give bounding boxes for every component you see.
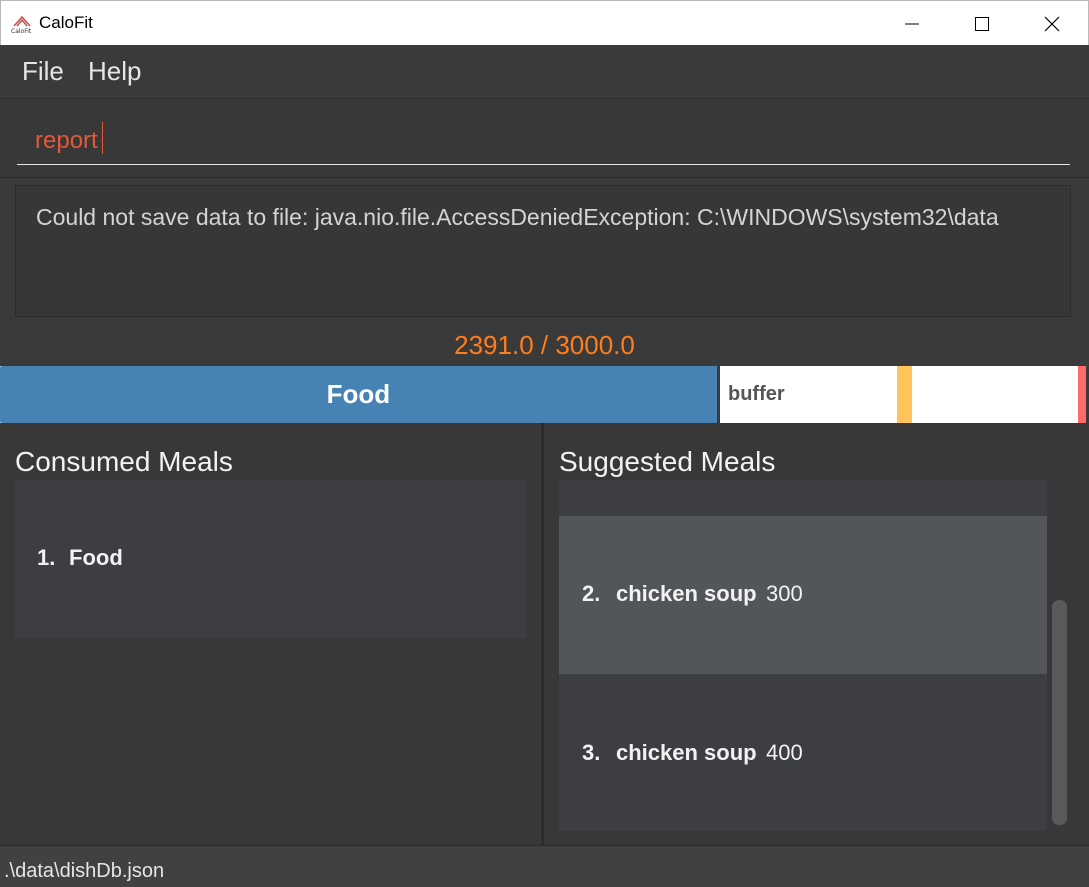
- data-file-path: .\data\dishDb.json: [4, 860, 165, 882]
- meal-index: 1.: [37, 545, 56, 570]
- meal-calories: 400: [766, 740, 803, 765]
- list-item[interactable]: 1. Food: [15, 480, 526, 638]
- svg-text:CaloFit: CaloFit: [11, 28, 32, 34]
- close-icon: [1044, 16, 1060, 31]
- status-bar: .\data\dishDb.json: [0, 845, 1089, 887]
- result-display: Could not save data to file: java.nio.fi…: [15, 185, 1071, 317]
- meal-name: chicken soup: [616, 581, 757, 606]
- suggested-meals-panel: Suggested Meals 2. chicken soup 300 3. c…: [544, 423, 1089, 845]
- title-bar: CaloFit CaloFit: [0, 0, 1089, 45]
- result-message: Could not save data to file: java.nio.fi…: [36, 204, 999, 230]
- meal-name: Food: [69, 545, 123, 570]
- meal-index: 3.: [582, 740, 601, 765]
- buffer-marker-limit: [1078, 366, 1086, 423]
- menu-help[interactable]: Help: [88, 56, 141, 87]
- buffer-marker-warning: [897, 366, 912, 423]
- maximize-button[interactable]: [947, 1, 1017, 46]
- meal-calories: 300: [766, 581, 803, 606]
- progress-fill-label: Food: [326, 379, 391, 409]
- consumed-meals-title: Consumed Meals: [15, 446, 233, 477]
- buffer-label: buffer: [728, 383, 785, 405]
- window-title: CaloFit: [39, 13, 93, 32]
- calofit-logo-icon: CaloFit: [11, 15, 32, 34]
- suggested-meals-scrollbar[interactable]: [1052, 600, 1067, 825]
- minimize-button[interactable]: [877, 1, 947, 46]
- text-caret: [102, 122, 103, 154]
- consumed-meals-panel: Consumed Meals 1. Food: [0, 423, 541, 845]
- close-button[interactable]: [1017, 1, 1087, 46]
- command-input[interactable]: [17, 117, 1070, 165]
- progress-separator: [717, 366, 720, 423]
- meal-name: chicken soup: [616, 740, 757, 765]
- suggested-meals-title: Suggested Meals: [559, 446, 776, 477]
- list-item-selected[interactable]: 2. chicken soup 300: [559, 516, 1047, 674]
- minimize-icon: [905, 23, 919, 24]
- list-item-partial[interactable]: [559, 480, 1047, 516]
- calorie-progress-label: 2391.0 / 3000.0: [454, 330, 635, 360]
- calorie-progress-bar: Food buffer: [0, 366, 1086, 423]
- maximize-icon: [975, 16, 989, 31]
- meal-index: 2.: [582, 581, 601, 606]
- list-item[interactable]: 3. chicken soup 400: [559, 674, 1047, 831]
- progress-bar-fill: Food: [0, 366, 717, 423]
- menu-file[interactable]: File: [22, 56, 64, 87]
- menu-bar: File Help: [0, 45, 1089, 99]
